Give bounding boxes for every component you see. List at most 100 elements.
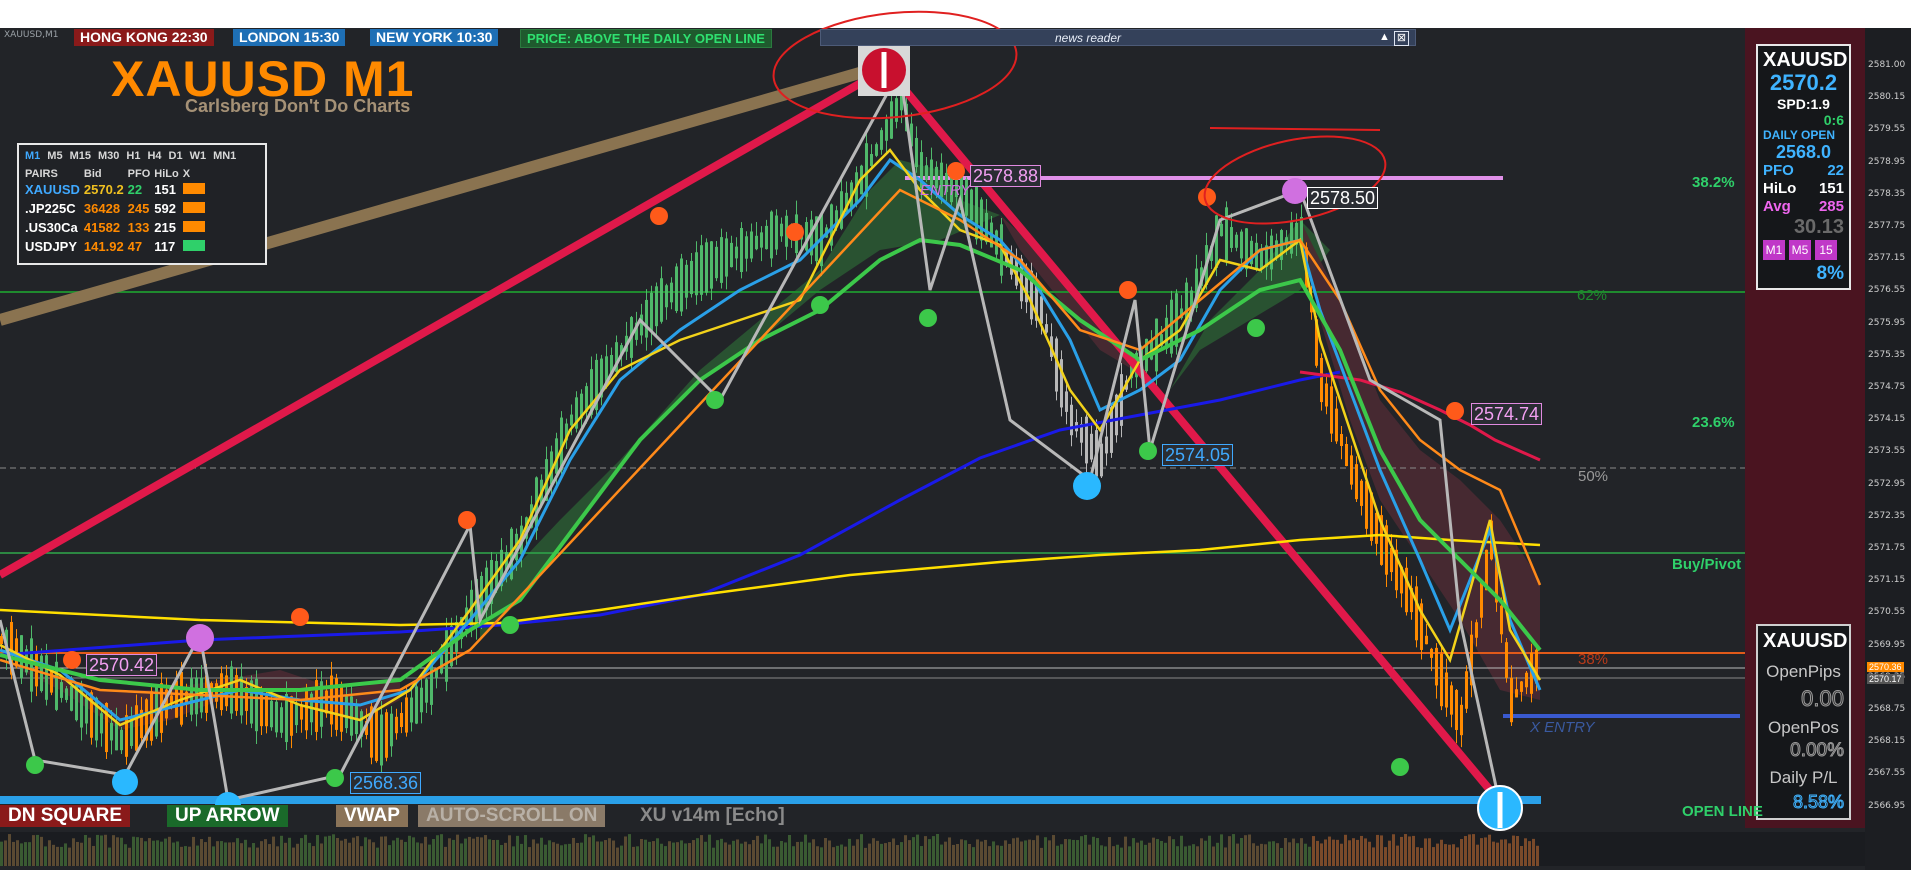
volume-bar [980,841,983,866]
signal-dot [1391,758,1409,776]
pairs-row[interactable]: .JP225C 36428 245 592 [25,199,209,218]
open-pos-label: OpenPos [1768,718,1839,737]
tf-button-15[interactable]: 15 [1815,240,1837,260]
price-axis-tick: 2568.75 [1868,704,1906,714]
auto-scroll-button[interactable]: AUTO-SCROLL ON [418,805,606,827]
volume-bar [196,845,199,866]
volume-bar [1328,836,1331,866]
pairs-row[interactable]: XAUUSD 2570.2 22 151 [25,180,209,199]
signal-dot [786,223,804,241]
volume-bar [960,839,963,866]
tf-button-m1[interactable]: M1 [1763,240,1785,260]
volume-bar [968,843,971,866]
volume-bar [144,841,147,866]
volume-bar [1060,844,1063,866]
news-reader-bar[interactable]: news reader ▲ ⊠ [820,29,1416,46]
timeframe-selector[interactable]: M1 M5 M15 M30 H1 H4 D1 W1 MN1 [25,150,243,162]
volume-bar [52,844,55,866]
volume-bar [1444,844,1447,866]
pairs-cell-pfo: 47 [127,239,143,254]
volume-bar [1512,835,1515,866]
timeframe-m5[interactable]: M5 [47,150,62,162]
volume-bar [720,838,723,866]
volume-bar [1376,834,1379,866]
pairs-cell-pair: .US30Ca [25,220,78,235]
volume-bar [1044,837,1047,866]
volume-bar [1316,840,1319,866]
pairs-row[interactable]: .US30Ca 41582 133 215 [25,218,209,237]
close-icon[interactable]: ⊠ [1394,31,1409,46]
pairs-cell-x[interactable] [182,237,209,256]
chart-subtitle: Carlsberg Don't Do Charts [185,96,411,116]
volume-bar [832,847,835,866]
timeframe-h4[interactable]: H4 [147,150,161,162]
signal-dot [650,207,668,225]
info-percent: 8% [1816,263,1844,284]
price-chart[interactable] [0,0,1911,870]
volume-bar [1156,839,1159,866]
volume-bar [632,846,635,866]
volume-bar [200,839,203,866]
info-change: 0:6 [1823,112,1844,128]
volume-bar [1364,838,1367,866]
timeframe-d1[interactable]: D1 [169,150,183,162]
volume-bar [1040,847,1043,866]
pairs-cell-x[interactable] [182,199,209,218]
volume-bar [788,834,791,866]
volume-bar [1284,838,1287,866]
timeframe-m15[interactable]: M15 [70,150,91,162]
price-label-second-high: 2578.50 [1307,187,1379,209]
volume-bar [328,835,331,866]
volume-bar [888,842,891,866]
status-swatch [182,240,205,251]
symbol-timeframe-label: XAUUSD,M1 [4,30,59,40]
pairs-cell-x[interactable] [182,180,209,199]
volume-bar [436,835,439,866]
open-pips-label: OpenPips [1766,662,1841,681]
dn-square-button[interactable]: DN SQUARE [0,805,131,827]
pairs-table: PAIRS Bid PFO HiLo X XAUUSD 2570.2 22 151 .J… [25,167,209,256]
pairs-cell-bid: 41582 [83,220,121,235]
volume-bar [1208,835,1211,866]
volume-bar [188,846,191,866]
timeframe-mn1[interactable]: MN1 [213,150,236,162]
volume-bar [204,842,207,866]
signal-dot [1139,442,1157,460]
volume-bar [160,841,163,866]
volume-bar [1248,834,1251,866]
volume-bar [556,843,559,866]
volume-bar [608,838,611,866]
volume-bar [572,837,575,866]
volume-bar [872,838,875,866]
volume-bar [1068,839,1071,866]
volume-bar [388,845,391,866]
timeframe-m30[interactable]: M30 [98,150,119,162]
volume-bar [480,837,483,866]
volume-bar [1036,835,1039,866]
volume-bar [92,845,95,866]
pairs-cell-pfo: 245 [127,201,150,216]
volume-bar [1008,843,1011,866]
pairs-row[interactable]: USDJPY 141.92 47 117 [25,237,209,256]
volume-bar [904,835,907,866]
timeframe-w1[interactable]: W1 [190,150,207,162]
volume-bar [776,846,779,866]
info-price: 2570.2 [1769,70,1838,95]
volume-bar [148,838,151,866]
timeframe-m1[interactable]: M1 [25,150,40,162]
volume-bar [1408,836,1411,866]
entry-label-left: ENTRY [920,182,971,199]
signal-dot [26,756,44,774]
vwap-button[interactable]: VWAP [336,805,408,827]
volume-bar [212,846,215,866]
pairs-cell-x[interactable] [182,218,209,237]
tf-button-m5[interactable]: M5 [1789,240,1811,260]
timeframe-h1[interactable]: H1 [126,150,140,162]
volume-bar [180,846,183,866]
up-arrow-button[interactable]: UP ARROW [167,805,288,827]
collapse-up-icon[interactable]: ▲ [1378,31,1391,44]
volume-bar [1124,836,1127,866]
pairs-cell-pair: USDJPY [25,239,78,254]
volume-bar [736,839,739,866]
volume-bar [848,838,851,866]
